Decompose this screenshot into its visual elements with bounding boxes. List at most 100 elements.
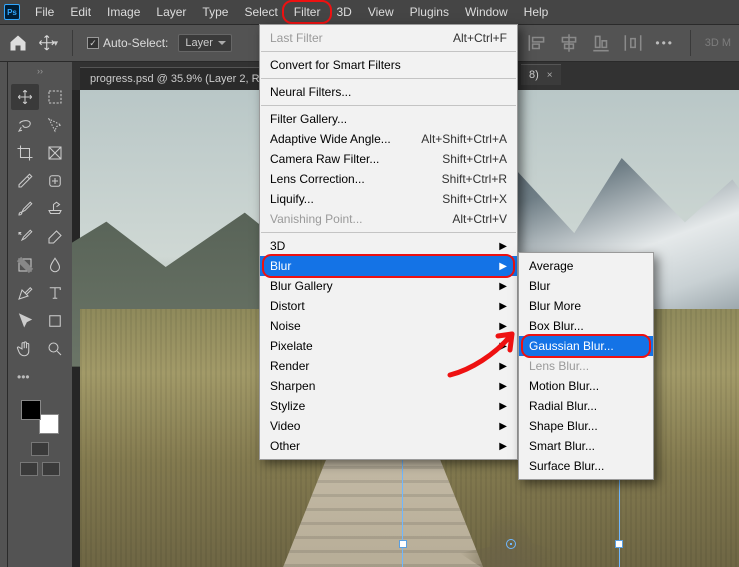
menu-select[interactable]: Select: [237, 3, 284, 21]
auto-select-target-dropdown[interactable]: Layer: [178, 34, 232, 52]
more-options-icon[interactable]: •••: [654, 32, 676, 54]
gradient-tool[interactable]: [11, 252, 39, 278]
quickmask-toggle[interactable]: [31, 442, 49, 456]
frame-tool[interactable]: [41, 140, 69, 166]
transform-pivot[interactable]: [506, 539, 516, 549]
chevron-right-icon: ▶: [499, 361, 507, 372]
shape-tool[interactable]: [41, 308, 69, 334]
menuitem-pixelate-submenu[interactable]: Pixelate▶: [260, 336, 517, 356]
menuitem-gaussian-blur[interactable]: Gaussian Blur...: [519, 336, 653, 356]
background-color-swatch[interactable]: [39, 414, 59, 434]
chevron-right-icon: ▶: [499, 441, 507, 452]
brush-tool[interactable]: [11, 196, 39, 222]
align-center-h-icon[interactable]: [558, 32, 580, 54]
menu-image[interactable]: Image: [100, 3, 147, 21]
close-icon[interactable]: ×: [547, 70, 553, 81]
align-bottom-icon[interactable]: [590, 32, 612, 54]
auto-select-checkbox[interactable]: Auto-Select:: [87, 36, 168, 50]
chevron-right-icon: ▶: [499, 341, 507, 352]
foreground-color-swatch[interactable]: [21, 400, 41, 420]
menuitem-stylize-submenu[interactable]: Stylize▶: [260, 396, 517, 416]
menuitem-convert-smart-filters[interactable]: Convert for Smart Filters: [260, 55, 517, 75]
chevron-right-icon: ▶: [499, 401, 507, 412]
tools-panel-grip[interactable]: ››: [11, 66, 69, 82]
marquee-tool[interactable]: [41, 84, 69, 110]
menuitem-render-submenu[interactable]: Render▶: [260, 356, 517, 376]
transform-handle[interactable]: [399, 540, 407, 548]
menuitem-vanishing-point[interactable]: Vanishing Point...Alt+Ctrl+V: [260, 209, 517, 229]
menu-layer[interactable]: Layer: [149, 3, 193, 21]
document-tab-fragment[interactable]: 8) ×: [521, 64, 561, 85]
chevron-right-icon: ▶: [499, 381, 507, 392]
chevron-right-icon: ▶: [499, 301, 507, 312]
move-tool[interactable]: [11, 84, 39, 110]
eraser-tool[interactable]: [41, 224, 69, 250]
menuitem-lens-blur[interactable]: Lens Blur...: [519, 356, 653, 376]
healing-brush-tool[interactable]: [41, 168, 69, 194]
menuitem-video-submenu[interactable]: Video▶: [260, 416, 517, 436]
auto-select-label: Auto-Select:: [103, 36, 168, 50]
menuitem-average[interactable]: Average: [519, 256, 653, 276]
type-tool[interactable]: [41, 280, 69, 306]
hand-tool[interactable]: [11, 336, 39, 362]
move-tool-icon[interactable]: ▾: [38, 33, 58, 53]
distribute-icon[interactable]: [622, 32, 644, 54]
menuitem-blur[interactable]: Blur: [519, 276, 653, 296]
document-tab[interactable]: progress.psd @ 35.9% (Layer 2, R: [80, 67, 270, 90]
menu-file[interactable]: File: [28, 3, 61, 21]
menuitem-distort-submenu[interactable]: Distort▶: [260, 296, 517, 316]
screenmode-toggle[interactable]: [20, 462, 38, 476]
menuitem-blur-more[interactable]: Blur More: [519, 296, 653, 316]
menuitem-filter-gallery[interactable]: Filter Gallery...: [260, 109, 517, 129]
color-swatches[interactable]: [19, 400, 61, 434]
lasso-tool[interactable]: [11, 112, 39, 138]
menuitem-camera-raw-filter[interactable]: Camera Raw Filter...Shift+Ctrl+A: [260, 149, 517, 169]
menuitem-neural-filters[interactable]: Neural Filters...: [260, 82, 517, 102]
pen-tool[interactable]: [11, 280, 39, 306]
menuitem-surface-blur[interactable]: Surface Blur...: [519, 456, 653, 476]
menuitem-adaptive-wide-angle[interactable]: Adaptive Wide Angle...Alt+Shift+Ctrl+A: [260, 129, 517, 149]
eyedropper-tool[interactable]: [11, 168, 39, 194]
menuitem-motion-blur[interactable]: Motion Blur...: [519, 376, 653, 396]
menuitem-box-blur[interactable]: Box Blur...: [519, 316, 653, 336]
path-select-tool[interactable]: [11, 308, 39, 334]
history-brush-tool[interactable]: [11, 224, 39, 250]
menu-filter[interactable]: Filter: [287, 3, 328, 21]
menu-window[interactable]: Window: [458, 3, 515, 21]
clone-stamp-tool[interactable]: [41, 196, 69, 222]
crop-tool[interactable]: [11, 140, 39, 166]
menuitem-shape-blur[interactable]: Shape Blur...: [519, 416, 653, 436]
menuitem-blur-submenu[interactable]: Blur▶: [260, 256, 517, 276]
zoom-tool[interactable]: [41, 336, 69, 362]
menu-edit[interactable]: Edit: [63, 3, 98, 21]
align-left-icon[interactable]: [526, 32, 548, 54]
menu-type[interactable]: Type: [195, 3, 235, 21]
home-icon[interactable]: [8, 33, 28, 53]
menu-help[interactable]: Help: [517, 3, 556, 21]
menuitem-blur-gallery-submenu[interactable]: Blur Gallery▶: [260, 276, 517, 296]
menuitem-other-submenu[interactable]: Other▶: [260, 436, 517, 456]
quick-select-tool[interactable]: [41, 112, 69, 138]
3d-mode-label[interactable]: 3D M: [705, 37, 731, 49]
menu-bar: Ps File Edit Image Layer Type Select Fil…: [0, 0, 739, 24]
screenmode-toggle-2[interactable]: [42, 462, 60, 476]
tab-fragment-text: 8): [529, 69, 539, 81]
menu-view[interactable]: View: [361, 3, 401, 21]
menuitem-lens-correction[interactable]: Lens Correction...Shift+Ctrl+R: [260, 169, 517, 189]
chevron-right-icon: ▶: [499, 421, 507, 432]
document-tab-title: progress.psd @ 35.9% (Layer 2, R: [90, 73, 260, 85]
menuitem-3d-submenu[interactable]: 3D▶: [260, 236, 517, 256]
collapsed-panel-strip[interactable]: [0, 62, 8, 567]
menuitem-liquify[interactable]: Liquify...Shift+Ctrl+X: [260, 189, 517, 209]
menuitem-noise-submenu[interactable]: Noise▶: [260, 316, 517, 336]
menuitem-sharpen-submenu[interactable]: Sharpen▶: [260, 376, 517, 396]
menuitem-last-filter[interactable]: Last FilterAlt+Ctrl+F: [260, 28, 517, 48]
menu-plugins[interactable]: Plugins: [403, 3, 456, 21]
transform-handle[interactable]: [615, 540, 623, 548]
chevron-right-icon: ▶: [499, 241, 507, 252]
edit-toolbar[interactable]: •••: [11, 364, 39, 390]
menu-3d[interactable]: 3D: [329, 3, 358, 21]
menuitem-radial-blur[interactable]: Radial Blur...: [519, 396, 653, 416]
menuitem-smart-blur[interactable]: Smart Blur...: [519, 436, 653, 456]
blur-tool[interactable]: [41, 252, 69, 278]
